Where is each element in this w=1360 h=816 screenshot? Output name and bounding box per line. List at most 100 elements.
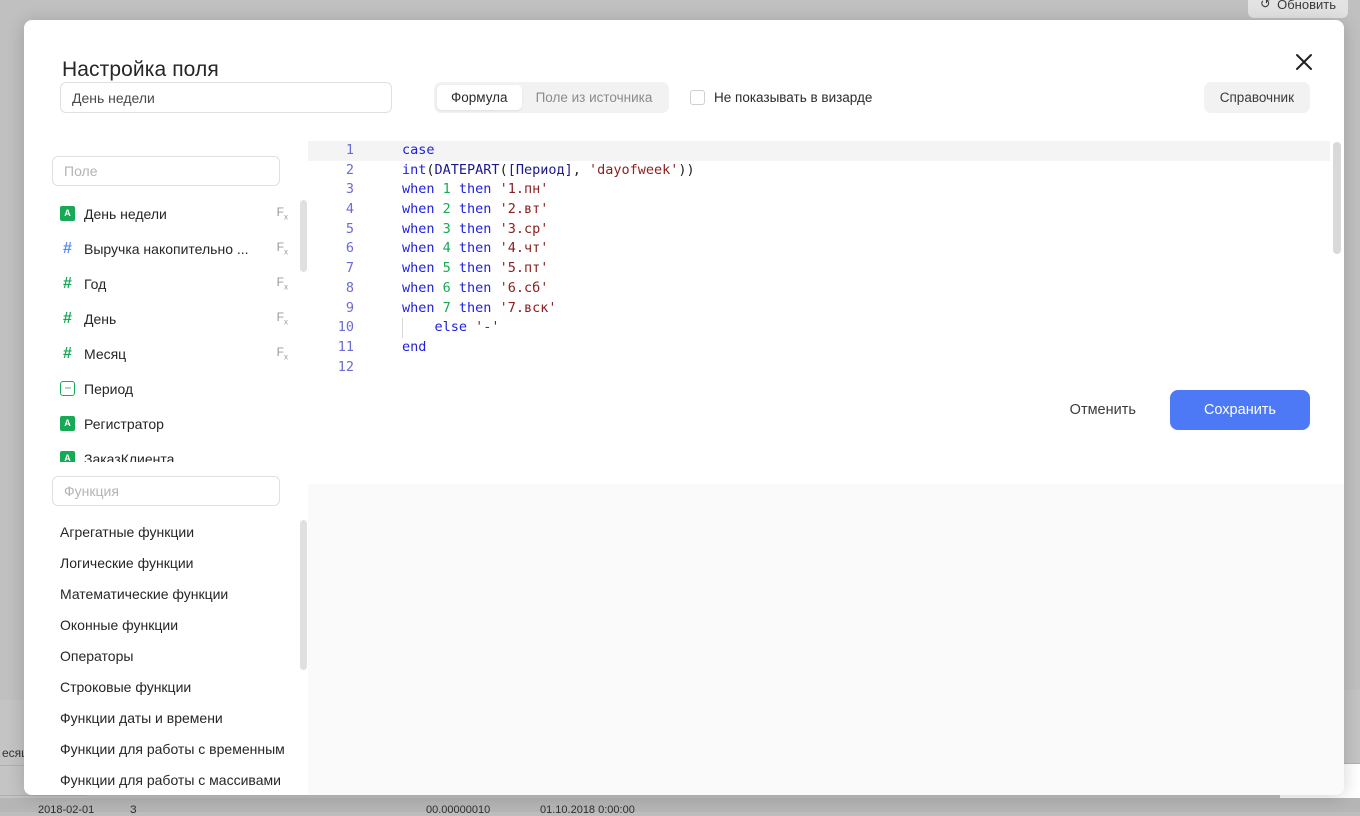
- number-type-icon: #: [60, 346, 75, 361]
- update-button[interactable]: ↻ Обновить: [1248, 0, 1348, 18]
- code-line-text: when 7 then '7.вск': [364, 299, 556, 319]
- sidebar: A День недели Fx # Выручка накопительно ... F…: [24, 138, 309, 795]
- code-line: 4when 2 then '2.вт': [308, 200, 1344, 220]
- calculated-field-icon: Fx: [277, 240, 288, 256]
- field-list-item-label: Год: [84, 276, 269, 292]
- line-number: 2: [308, 161, 364, 181]
- field-list-item-label: Выручка накопительно ...: [84, 241, 269, 257]
- calculated-field-icon: Fx: [277, 345, 288, 361]
- line-number: 1: [308, 141, 364, 161]
- code-line: 7when 5 then '5.пт': [308, 259, 1344, 279]
- code-line-text: int(DATEPART([Период], 'dayofweek')): [364, 161, 695, 181]
- date-type-icon: ▫▫▫: [60, 381, 75, 396]
- line-number: 4: [308, 200, 364, 220]
- code-line: 10 else '-': [308, 318, 1344, 338]
- function-category-item[interactable]: Логические функции: [24, 547, 308, 578]
- field-list-item[interactable]: AРегистратор: [24, 406, 308, 441]
- line-number: 3: [308, 180, 364, 200]
- background-bottom-cell: 00.00000010: [426, 804, 490, 816]
- field-list-item-label: ЗаказКлиента: [84, 451, 288, 463]
- code-line: 9when 7 then '7.вск': [308, 299, 1344, 319]
- code-line: 11end: [308, 338, 1344, 358]
- background-bottom-cell: 01.10.2018 0:00:00: [540, 804, 635, 816]
- field-list-item[interactable]: AДень неделиFx: [24, 196, 308, 231]
- code-line-text: when 3 then '3.ср': [364, 220, 548, 240]
- line-number: 7: [308, 259, 364, 279]
- code-line: 3when 1 then '1.пн': [308, 180, 1344, 200]
- checkbox-box-icon: [690, 90, 705, 105]
- cancel-button[interactable]: Отменить: [1056, 390, 1150, 430]
- line-number: 10: [308, 318, 364, 338]
- code-line: 12: [308, 358, 1344, 378]
- field-list-item[interactable]: AЗаказКлиента: [24, 441, 308, 462]
- text-type-icon: A: [60, 206, 75, 221]
- text-type-icon: A: [60, 416, 75, 431]
- close-button[interactable]: [1288, 46, 1320, 78]
- line-number: 12: [308, 358, 364, 378]
- modal-header: Настройка поля Формула Поле из источника…: [24, 20, 1344, 138]
- function-category-item[interactable]: Функции для работы с массивами: [24, 764, 308, 795]
- line-number: 5: [308, 220, 364, 240]
- close-icon: [1295, 53, 1313, 71]
- field-search-input[interactable]: [52, 156, 280, 186]
- function-category-item[interactable]: Агрегатные функции: [24, 516, 308, 547]
- field-list-item[interactable]: # Выручка накопительно ... Fx: [24, 231, 308, 266]
- code-line-text: when 1 then '1.пн': [364, 180, 548, 200]
- code-line-text: when 6 then '6.сб': [364, 279, 548, 299]
- number-type-icon: #: [60, 311, 75, 326]
- indent-guide: [402, 318, 403, 338]
- editor-lower-blank-area: [308, 484, 1344, 795]
- save-button[interactable]: Сохранить: [1170, 390, 1310, 430]
- field-settings-modal: Настройка поля Формула Поле из источника…: [24, 20, 1344, 795]
- code-line: 5when 3 then '3.ср': [308, 220, 1344, 240]
- background-bottom-cell: 2018-02-01: [38, 804, 94, 816]
- field-list-item[interactable]: # Год Fx: [24, 266, 308, 301]
- function-search-input[interactable]: [52, 476, 280, 506]
- field-list-item[interactable]: ▫▫▫Период: [24, 371, 308, 406]
- field-list: A День недели Fx # Выручка накопительно ... F…: [24, 196, 308, 462]
- editor-scrollbar[interactable]: [1333, 142, 1341, 254]
- line-number: 11: [308, 338, 364, 358]
- tab-formula[interactable]: Формула: [437, 85, 522, 110]
- code-line-text: when 2 then '2.вт': [364, 200, 548, 220]
- code-line-text: when 5 then '5.пт': [364, 259, 548, 279]
- function-category-item[interactable]: Строковые функции: [24, 671, 308, 702]
- line-number: 9: [308, 299, 364, 319]
- field-list-item[interactable]: # День Fx: [24, 301, 308, 336]
- function-category-item[interactable]: Математические функции: [24, 578, 308, 609]
- update-button-label: Обновить: [1277, 0, 1336, 12]
- code-line: 6when 4 then '4.чт': [308, 239, 1344, 259]
- function-category-item[interactable]: Операторы: [24, 640, 308, 671]
- field-list-item-label: День: [84, 311, 269, 327]
- field-list-item[interactable]: # Месяц Fx: [24, 336, 308, 371]
- background-bottom-cell: З: [130, 804, 137, 816]
- code-line-text: end: [364, 338, 426, 358]
- mode-segmented-control: Формула Поле из источника: [434, 82, 669, 113]
- function-category-item[interactable]: Функции для работы с временным: [24, 733, 308, 764]
- code-content: 1case2int(DATEPART([Период], 'dayofweek'…: [308, 138, 1344, 377]
- modal-actions: Отменить Сохранить: [1056, 390, 1310, 430]
- function-category-item[interactable]: Оконные функции: [24, 609, 308, 640]
- code-line-text: case: [364, 141, 435, 161]
- modal-body: A День недели Fx # Выручка накопительно ... F…: [24, 138, 1344, 795]
- number-type-icon-blue: #: [60, 241, 75, 256]
- code-line-text: else '-': [364, 318, 500, 338]
- calculated-field-icon: Fx: [277, 310, 288, 326]
- field-list-item-label: День недели: [84, 206, 269, 222]
- code-line: 2int(DATEPART([Период], 'dayofweek')): [308, 161, 1344, 181]
- field-name-input[interactable]: [60, 82, 392, 113]
- tab-source-field[interactable]: Поле из источника: [522, 85, 667, 110]
- function-list-scrollbar[interactable]: [300, 520, 307, 670]
- number-type-icon: #: [60, 276, 75, 291]
- page-title: Настройка поля: [62, 58, 219, 82]
- field-list-item-label: Месяц: [84, 346, 269, 362]
- calculated-field-icon: Fx: [277, 275, 288, 291]
- function-category-item[interactable]: Функции даты и времени: [24, 702, 308, 733]
- hide-in-wizard-checkbox[interactable]: Не показывать в визарде: [690, 82, 872, 113]
- line-number: 8: [308, 279, 364, 299]
- background-bottom-row: 2018-02-01 З 00.00000010 01.10.2018 0:00…: [0, 798, 1360, 812]
- refresh-icon: ↻: [1260, 0, 1271, 12]
- formula-editor[interactable]: 1case2int(DATEPART([Период], 'dayofweek'…: [308, 138, 1344, 485]
- function-category-list: Агрегатные функцииЛогические функцииМате…: [24, 516, 308, 795]
- reference-button[interactable]: Справочник: [1204, 82, 1310, 113]
